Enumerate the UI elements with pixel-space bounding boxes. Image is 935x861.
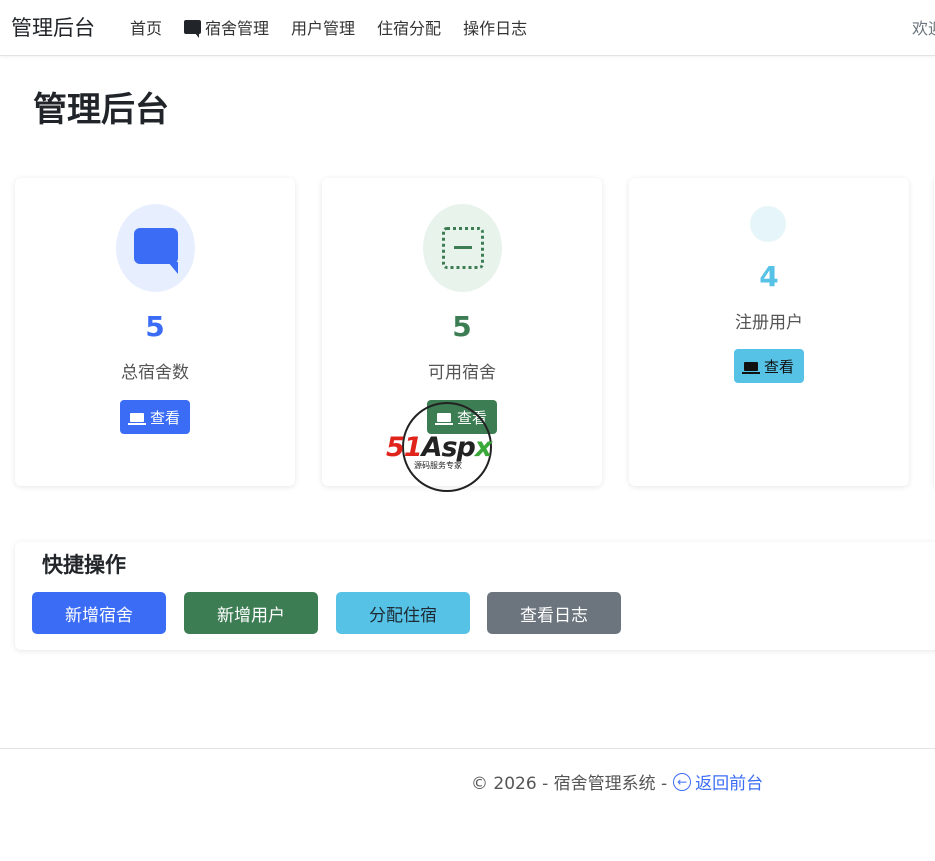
- view-button-label: 查看: [149, 408, 180, 427]
- nav-item-accommodation[interactable]: 住宿分配: [377, 15, 441, 39]
- nav-item-user-management[interactable]: 用户管理: [291, 15, 355, 39]
- users-icon: [750, 206, 786, 242]
- footer: © 2026 - 宿舍管理系统 - ← 返回前台: [0, 748, 935, 861]
- nav-item-label: 首页: [130, 19, 163, 38]
- add-dorm-button[interactable]: 新增宿舍: [32, 592, 166, 634]
- add-user-button[interactable]: 新增用户: [184, 592, 318, 634]
- stat-value: 4: [759, 260, 779, 293]
- navbar-brand[interactable]: 管理后台: [11, 12, 95, 42]
- nav-item-dorm-management[interactable]: 宿舍管理: [184, 15, 269, 39]
- laptop-icon: [127, 412, 146, 425]
- nav-item-label: 宿舍管理: [205, 19, 270, 38]
- laptop-icon: [741, 361, 760, 374]
- nav-item-label: 操作日志: [463, 19, 528, 38]
- view-button-label: 查看: [763, 357, 794, 376]
- nav-item-home[interactable]: 首页: [130, 15, 162, 39]
- stat-card-registered-users: 4 注册用户 查看: [629, 178, 909, 486]
- watermark-part: 51: [386, 432, 423, 463]
- chat-icon: [184, 20, 202, 38]
- chat-icon: [133, 228, 178, 274]
- back-to-frontend-link[interactable]: ← 返回前台: [673, 769, 763, 794]
- stat-value: 5: [452, 310, 472, 343]
- assign-accommodation-button[interactable]: 分配住宿: [336, 592, 470, 634]
- stat-label: 可用宿舍: [428, 363, 496, 383]
- watermark-subtitle: 源码服务专家: [414, 461, 462, 470]
- page-title: 管理后台: [33, 90, 169, 130]
- watermark-part: Asp: [421, 432, 476, 463]
- dotted-square-icon: [441, 227, 484, 269]
- view-button[interactable]: 查看: [734, 349, 804, 383]
- watermark-brand: 51Aspx: [386, 432, 492, 463]
- top-navbar: 管理后台 首页 宿舍管理 用户管理 住宿分配 操作日志 欢迎: [0, 0, 935, 56]
- quick-actions-panel: 快捷操作 新增宿舍 新增用户 分配住宿 查看日志: [15, 542, 935, 650]
- stat-card-total-dorms: 5 总宿舍数 查看: [15, 178, 295, 486]
- back-link-label: 返回前台: [695, 774, 764, 794]
- stat-value: 5: [145, 310, 165, 343]
- stat-label: 注册用户: [735, 313, 803, 333]
- nav-item-operation-log[interactable]: 操作日志: [463, 15, 527, 39]
- view-button[interactable]: 查看: [120, 400, 190, 434]
- arrow-left-circle-icon: ←: [673, 772, 692, 791]
- quick-actions-title: 快捷操作: [42, 553, 126, 577]
- main-nav: 首页 宿舍管理 用户管理 住宿分配 操作日志: [130, 15, 549, 39]
- icon-badge: [423, 204, 502, 292]
- stat-label: 总宿舍数: [121, 363, 189, 383]
- watermark-logo: 51Aspx 源码服务专家: [386, 402, 514, 494]
- copyright-text: © 2026 - 宿舍管理系统 -: [471, 774, 668, 794]
- watermark-part: x: [474, 432, 492, 463]
- nav-item-label: 用户管理: [291, 19, 356, 38]
- footer-line: © 2026 - 宿舍管理系统 - ← 返回前台: [471, 769, 763, 794]
- icon-badge: [116, 204, 195, 292]
- view-log-button[interactable]: 查看日志: [487, 592, 621, 634]
- welcome-text: 欢迎: [912, 19, 935, 38]
- nav-item-label: 住宿分配: [377, 19, 442, 38]
